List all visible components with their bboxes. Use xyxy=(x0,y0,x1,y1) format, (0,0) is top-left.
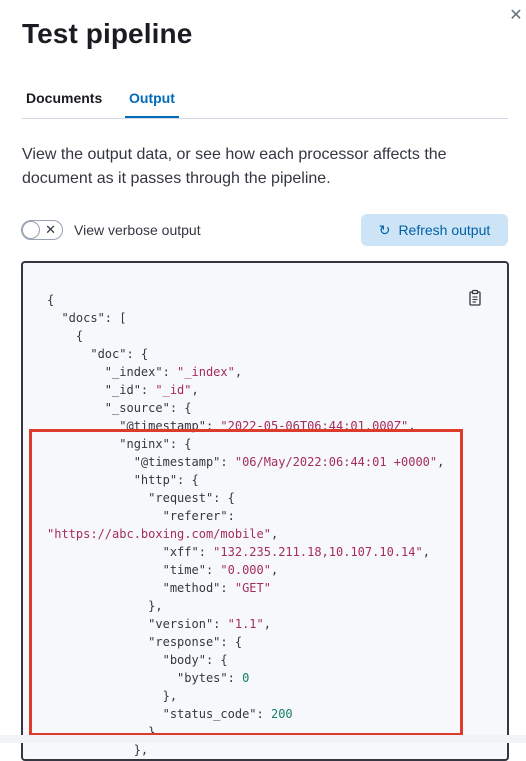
code-line: "time": "0.000", xyxy=(47,561,444,579)
refresh-output-label: Refresh output xyxy=(398,222,491,238)
code-line: }, xyxy=(47,687,444,705)
code-line: "_id": "_id", xyxy=(47,381,444,399)
code-line: "_source": { xyxy=(47,399,444,417)
code-punct: , xyxy=(191,383,199,397)
code-string: "2022-05-06T06:44:01.000Z" xyxy=(220,419,409,433)
code-line: "_index": "_index", xyxy=(47,363,444,381)
code-punct: }, xyxy=(47,689,178,703)
switch-knob xyxy=(22,221,40,239)
code-punct: , xyxy=(234,365,243,379)
code-line: { xyxy=(47,291,444,309)
code-line: "@timestamp": "06/May/2022:06:44:01 +000… xyxy=(47,453,445,471)
copy-clipboard-icon[interactable] xyxy=(466,289,484,307)
code-string: "https://abc.boxing.com/mobile" xyxy=(47,527,271,541)
code-punct: "_source": { xyxy=(47,401,192,415)
code-punct: , xyxy=(270,563,279,577)
code-punct: , xyxy=(263,617,271,631)
output-code-block[interactable]: { "docs": [ { "doc": { "_index": "_index… xyxy=(21,261,509,761)
code-punct: "referer": xyxy=(47,509,235,523)
cross-icon: ✕ xyxy=(45,222,56,237)
code-punct: "bytes": xyxy=(47,671,243,685)
horizontal-scrollbar[interactable] xyxy=(0,735,526,743)
tab-output[interactable]: Output xyxy=(125,88,179,118)
code-line: "@timestamp": "2022-05-06T06:44:01.000Z"… xyxy=(47,417,444,435)
code-punct: "docs": [ xyxy=(47,311,127,325)
code-line: "http": { xyxy=(47,471,444,489)
code-line: "status_code": 200 xyxy=(47,705,444,723)
code-punct: { xyxy=(47,329,84,343)
code-punct: }, xyxy=(47,599,163,613)
code-line: }, xyxy=(47,597,444,615)
code-line: "https://abc.boxing.com/mobile", xyxy=(47,525,444,543)
code-string: "06/May/2022:06:44:01 +0000" xyxy=(234,455,438,469)
code-punct: "_index": xyxy=(47,365,178,379)
code-punct: "method": xyxy=(47,581,235,595)
output-description: View the output data, or see how each pr… xyxy=(22,146,447,187)
code-number: 200 xyxy=(270,707,293,721)
code-string: "GET" xyxy=(234,581,271,595)
code-string: "132.235.211.18,10.107.10.14" xyxy=(213,545,423,559)
code-line: "response": { xyxy=(47,633,444,651)
code-punct: "xff": xyxy=(47,545,214,559)
code-line: "docs": [ xyxy=(47,309,444,327)
code-string: "_id" xyxy=(155,383,192,397)
code-line: "xff": "132.235.211.18,10.107.10.14", xyxy=(47,543,444,561)
code-punct: , xyxy=(408,419,416,433)
code-punct: , xyxy=(270,527,279,541)
code-punct: "doc": { xyxy=(47,347,149,361)
code-punct: "_id": xyxy=(47,383,156,397)
code-line: "doc": { xyxy=(47,345,444,363)
code-punct: "@timestamp": xyxy=(47,419,221,433)
code-line: "request": { xyxy=(47,489,444,507)
code-punct: "status_code": xyxy=(47,707,271,721)
code-line: "nginx": { xyxy=(47,435,444,453)
tab-bar: Documents Output xyxy=(22,88,508,119)
code-string: "1.1" xyxy=(227,617,264,631)
verbose-output-switch[interactable]: ✕ xyxy=(21,220,63,240)
code-number: 0 xyxy=(242,671,250,685)
code-line: "version": "1.1", xyxy=(47,615,444,633)
code-punct: "response": { xyxy=(47,635,243,649)
close-icon[interactable]: ✕ xyxy=(508,8,524,24)
code-line: }, xyxy=(47,741,444,759)
code-punct: "http": { xyxy=(47,473,199,487)
code-line: "bytes": 0 xyxy=(47,669,444,687)
flyout-title: Test pipeline xyxy=(22,18,193,49)
code-punct: { xyxy=(47,293,55,307)
code-punct: , xyxy=(437,455,445,469)
output-json-code: { "docs": [ { "doc": { "_index": "_index… xyxy=(47,291,444,759)
code-punct: "request": { xyxy=(47,491,235,505)
code-string: "0.000" xyxy=(220,563,271,577)
code-line: "method": "GET" xyxy=(47,579,444,597)
tab-documents[interactable]: Documents xyxy=(22,88,106,118)
code-line: { xyxy=(47,327,444,345)
code-punct: "version": xyxy=(47,617,228,631)
refresh-icon: ↻ xyxy=(378,222,391,238)
refresh-output-button[interactable]: ↻ Refresh output xyxy=(361,214,508,246)
code-punct: }, xyxy=(47,743,149,757)
verbose-output-label[interactable]: View verbose output xyxy=(74,221,201,239)
code-punct: "body": { xyxy=(47,653,228,667)
code-line: "referer": xyxy=(47,507,444,525)
code-punct: "time": xyxy=(47,563,221,577)
code-string: "_index" xyxy=(177,365,235,379)
code-punct: , xyxy=(422,545,430,559)
code-punct: "@timestamp": xyxy=(47,455,235,469)
code-line: "body": { xyxy=(47,651,444,669)
code-punct: "nginx": { xyxy=(47,437,192,451)
